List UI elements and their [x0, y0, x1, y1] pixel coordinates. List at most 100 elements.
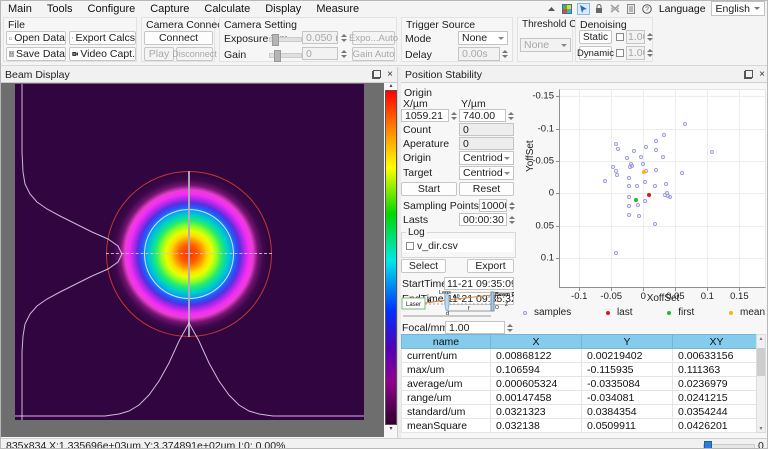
- table-row[interactable]: meanSquare0.0321380.05099110.0426201: [402, 419, 761, 433]
- dynamic-button[interactable]: Dynamic: [579, 46, 612, 60]
- table-cell: meanSquare: [402, 419, 491, 433]
- chevron-down-icon: [504, 157, 510, 160]
- static-spinner[interactable]: [645, 30, 654, 44]
- table-row[interactable]: current/um0.008681220.002194020.00633156: [402, 349, 761, 363]
- save-data-button[interactable]: Save Data: [6, 47, 66, 61]
- y-tick-mark: [556, 161, 560, 162]
- status-zoom-slider[interactable]: [703, 444, 755, 449]
- connect-button[interactable]: Connect: [144, 31, 213, 45]
- menu-tools[interactable]: Tools: [47, 3, 73, 15]
- origin-x-input[interactable]: 1059.21: [401, 109, 449, 122]
- threshold-select[interactable]: None: [520, 38, 571, 52]
- gain-slider-handle[interactable]: [274, 50, 281, 62]
- colorbar-down-icon[interactable]: ▾: [385, 426, 397, 432]
- close-icon[interactable]: ×: [387, 70, 393, 79]
- gain-slider[interactable]: [269, 53, 302, 58]
- sampling-points-spinner[interactable]: [507, 199, 516, 212]
- group-denoising: Denoising Static 1.00 Dynamic 1.00: [575, 17, 653, 62]
- trigger-delay-spinner[interactable]: [500, 47, 509, 61]
- menu-capture[interactable]: Capture: [150, 3, 189, 15]
- column-header-XY[interactable]: XY: [673, 335, 761, 349]
- reset-button[interactable]: Reset: [459, 182, 514, 196]
- exposure-slider[interactable]: [269, 37, 302, 42]
- table-cell: 0.0354244: [673, 405, 761, 419]
- trigger-mode-label: Mode: [405, 33, 431, 45]
- exposure-slider-handle[interactable]: [272, 34, 279, 46]
- open-data-button[interactable]: Open Data: [6, 31, 66, 45]
- table-cell: standard/um: [402, 405, 491, 419]
- focal-spinner[interactable]: [505, 321, 514, 334]
- status-slider-handle[interactable]: [704, 441, 712, 449]
- column-header-name[interactable]: name: [402, 335, 491, 349]
- point-samples: [661, 155, 665, 159]
- colorbar-up-icon[interactable]: ▴: [385, 83, 397, 89]
- menu-display[interactable]: Display: [265, 3, 301, 15]
- export-button[interactable]: Export: [467, 259, 514, 273]
- play-button[interactable]: Play: [144, 47, 174, 61]
- float-panel-icon[interactable]: [372, 70, 381, 79]
- origin-select[interactable]: Centriod: [459, 151, 514, 165]
- scroll-down-icon[interactable]: ▾: [759, 425, 762, 432]
- menu-measure[interactable]: Measure: [316, 3, 359, 15]
- beam-canvas[interactable]: ◂ ▸: [1, 83, 384, 437]
- collapse-ribbon-icon[interactable]: [545, 3, 558, 15]
- lasts-input[interactable]: 00:00:30: [459, 213, 507, 226]
- static-button[interactable]: Static: [579, 30, 612, 44]
- trigger-delay-value[interactable]: 0.00s: [458, 47, 500, 61]
- trigger-mode-select[interactable]: None: [458, 31, 508, 45]
- lock-icon[interactable]: [593, 3, 606, 15]
- language-label: Language: [659, 3, 706, 15]
- video-capture-button[interactable]: Video Capt.: [69, 47, 136, 61]
- start-button[interactable]: Start: [401, 182, 457, 196]
- table-cell: 0.111363: [673, 363, 761, 377]
- dynamic-checkbox[interactable]: [616, 49, 624, 57]
- menu-calculate[interactable]: Calculate: [204, 3, 250, 15]
- origin-y-spinner[interactable]: [506, 109, 515, 122]
- origin-x-spinner[interactable]: [449, 109, 458, 122]
- target-select[interactable]: Centriod: [459, 166, 514, 180]
- table-row[interactable]: average/um0.000605324-0.03350840.0236979: [402, 377, 761, 391]
- dynamic-value[interactable]: 1.00: [626, 46, 645, 60]
- scroll-up-icon[interactable]: ▴: [759, 335, 762, 342]
- palette-icon[interactable]: [561, 3, 574, 15]
- static-checkbox[interactable]: [616, 33, 624, 41]
- gain-spinner[interactable]: [339, 47, 348, 60]
- language-select[interactable]: English: [711, 1, 765, 16]
- origin-y-input[interactable]: 740.00: [459, 109, 506, 122]
- disconnect-button[interactable]: Disconnect: [176, 47, 213, 61]
- dynamic-spinner[interactable]: [645, 46, 654, 60]
- table-row[interactable]: standard/um0.03213230.03843540.0354244: [402, 405, 761, 419]
- group-trigger-source: Trigger Source Mode None Delay 0.00s: [401, 17, 513, 62]
- export-calcs-label: Export Calcs: [75, 32, 135, 44]
- gain-auto-button[interactable]: Gain Auto: [352, 47, 395, 61]
- exposure-auto-button[interactable]: Expo...Auto: [352, 31, 395, 45]
- lasts-spinner[interactable]: [507, 213, 516, 226]
- pin-icon[interactable]: [577, 3, 590, 15]
- threshold-value: None: [524, 39, 549, 51]
- column-header-Y[interactable]: Y: [582, 335, 673, 349]
- log-file-checkbox[interactable]: [406, 242, 414, 250]
- focal-input[interactable]: 1.00: [445, 321, 505, 334]
- export-calcs-button[interactable]: Export Calcs: [69, 31, 136, 45]
- select-button[interactable]: Select: [401, 259, 446, 273]
- beam-image[interactable]: [15, 84, 364, 420]
- table-cell: current/um: [402, 349, 491, 363]
- static-value[interactable]: 1.00: [626, 30, 645, 44]
- exposure-value[interactable]: 0.050 ms: [302, 31, 338, 44]
- float-panel-icon[interactable]: [744, 70, 753, 79]
- exposure-spinner[interactable]: [339, 31, 348, 44]
- menu-main[interactable]: Main: [8, 3, 32, 15]
- help-icon[interactable]: ?: [641, 3, 654, 15]
- menu-configure[interactable]: Configure: [88, 3, 136, 15]
- table-row[interactable]: range/um0.00147458-0.0340810.0241215: [402, 391, 761, 405]
- column-header-X[interactable]: X: [491, 335, 582, 349]
- x-tick-label: -0.05: [600, 291, 622, 302]
- close-icon[interactable]: ×: [759, 70, 765, 79]
- document-icon[interactable]: [625, 3, 638, 15]
- table-row[interactable]: max/um0.106594-0.1159350.111363: [402, 363, 761, 377]
- disconnect-crop-icon[interactable]: [609, 3, 622, 15]
- point-samples: [628, 165, 632, 169]
- sampling-points-input[interactable]: 10000: [479, 199, 507, 212]
- gain-value[interactable]: 0: [302, 47, 338, 60]
- table-scrollbar-thumb[interactable]: [757, 348, 765, 376]
